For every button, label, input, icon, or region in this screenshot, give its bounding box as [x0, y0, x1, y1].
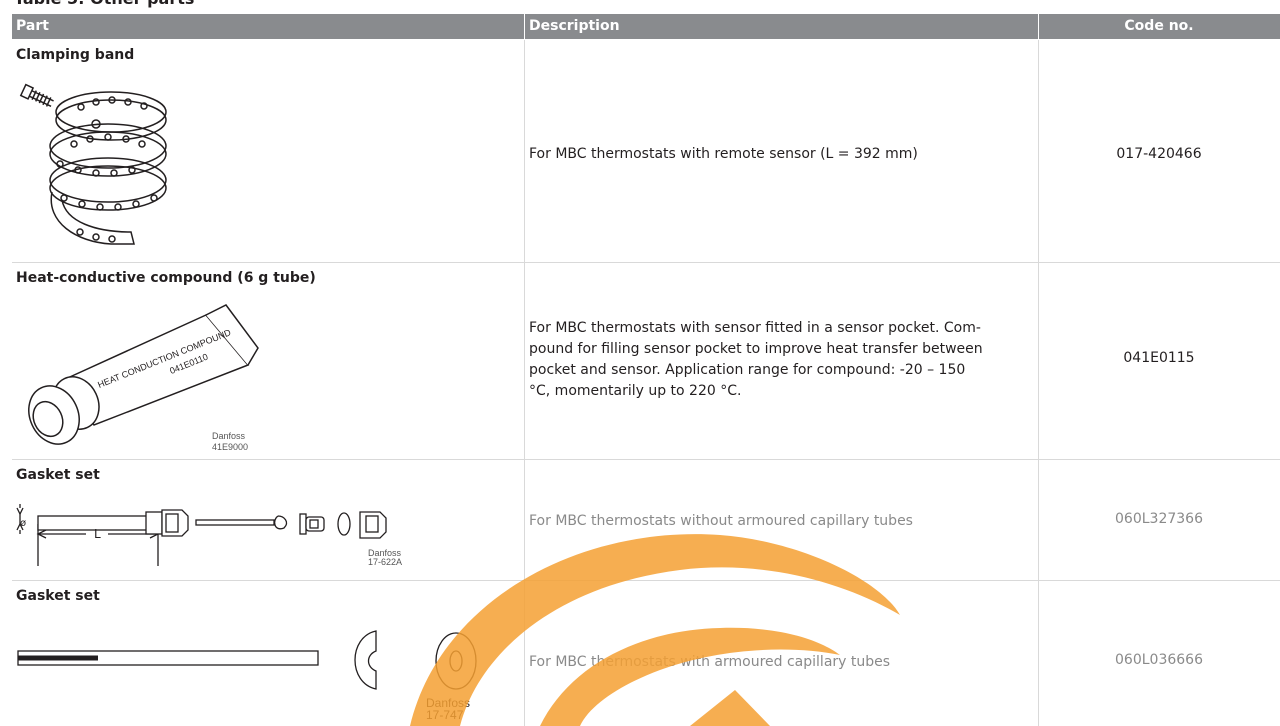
description-line: °C, momentarily up to 220 °C.	[529, 383, 742, 399]
column-divider	[524, 581, 525, 726]
table-row: Gasket set ø L Danfoss 17-622A For MBC t…	[12, 460, 1280, 581]
image-caption: 17-747	[426, 708, 464, 722]
gasket-set-illustration: ø L Danfoss 17-622A	[16, 504, 402, 567]
dimension-label: L	[94, 527, 101, 541]
armoured-gasket-illustration: Danfoss 17-747	[17, 630, 477, 722]
image-caption: Danfoss	[212, 431, 246, 441]
code-number: 060L036666	[1115, 652, 1203, 668]
part-description: For MBC thermostats without armoured cap…	[529, 513, 913, 529]
table-header: Part Description Code no.	[12, 14, 1280, 39]
header-code: Code no.	[1124, 18, 1194, 34]
compound-tube-illustration: HEAT CONDUCTION COMPOUND 041E0110 Danfos…	[28, 304, 259, 452]
image-caption: 41E9000	[212, 442, 248, 452]
column-divider	[524, 263, 525, 459]
clamping-band-illustration	[19, 83, 167, 245]
part-description: For MBC thermostats with remote sensor (…	[529, 146, 918, 162]
table-row: Clamping band For MBC thermostats with r…	[12, 40, 1280, 263]
diameter-symbol: ø	[20, 518, 26, 529]
table-row: Gasket set Danfoss 17-747 For MBC thermo…	[12, 581, 1280, 726]
code-number: 041E0115	[1123, 350, 1195, 366]
column-divider	[524, 460, 525, 580]
table-caption: Table 5: Other parts	[14, 0, 194, 8]
part-description: For MBC thermostats with sensor fitted i…	[529, 318, 1024, 402]
code-number: 017-420466	[1116, 146, 1202, 162]
table-row: Heat-conductive compound (6 g tube) HEAT…	[12, 263, 1280, 460]
description-line: pocket and sensor. Application range for…	[529, 362, 966, 378]
description-line: For MBC thermostats with sensor fitted i…	[529, 320, 981, 336]
part-name: Gasket set	[16, 467, 100, 483]
code-number: 060L327366	[1115, 511, 1203, 527]
part-name: Gasket set	[16, 588, 100, 604]
header-part: Part	[16, 18, 49, 34]
image-caption: 17-622A	[368, 557, 402, 567]
column-divider	[524, 40, 525, 262]
part-description: For MBC thermostats with armoured capill…	[529, 654, 891, 670]
description-line: pound for filling sensor pocket to impro…	[529, 341, 983, 357]
header-divider	[524, 14, 525, 39]
header-description: Description	[529, 18, 620, 34]
part-name: Heat-conductive compound (6 g tube)	[16, 270, 316, 286]
part-name: Clamping band	[16, 47, 135, 63]
